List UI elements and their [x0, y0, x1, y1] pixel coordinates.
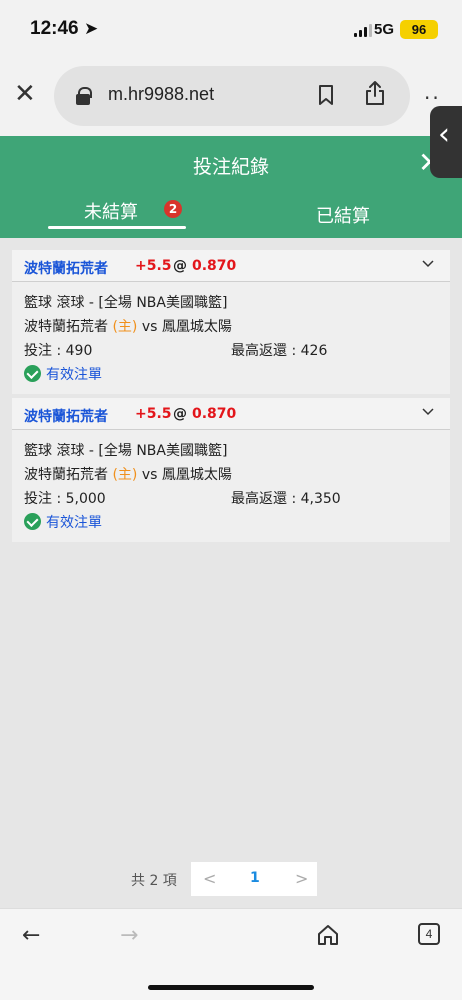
next-page-button[interactable]: > [295, 869, 308, 888]
unsettled-count-badge: 2 [164, 200, 182, 218]
bet-status-tabs: 未結算 2 已結算 [0, 196, 462, 238]
vs-label: vs [141, 467, 158, 483]
bet-status-label: 有效注單 [46, 367, 102, 383]
max-return-label: 最高返還 : [231, 491, 301, 507]
bet-at-symbol: @ [173, 258, 187, 274]
bet-card-header[interactable]: 波特蘭拓荒者 +5.5 @ 0.870 [12, 250, 450, 282]
away-team: 鳳凰城太陽 [161, 467, 232, 483]
browser-address-bar: ✕ m.hr9988.net ·· [0, 58, 462, 136]
home-indicator [148, 985, 314, 990]
lock-icon [76, 87, 92, 105]
bet-status: 有效注單 [24, 364, 102, 384]
check-circle-icon [24, 513, 41, 530]
url-field[interactable]: m.hr9988.net [54, 66, 410, 126]
bet-card-body: 籃球 滾球 - [全場 NBA美國職籃] 波特蘭拓荒者 (主) vs 鳳凰城太陽… [12, 430, 450, 542]
bet-matchup: 波特蘭拓荒者 (主) vs 鳳凰城太陽 [24, 316, 232, 336]
check-circle-icon [24, 365, 41, 382]
pager: < 1 > [191, 862, 317, 896]
tab-settled-label: 已結算 [316, 206, 370, 227]
chevron-down-icon[interactable] [422, 258, 434, 270]
max-return-value: 426 [300, 343, 328, 359]
back-arrow-icon[interactable]: ← [22, 923, 40, 948]
bet-matchup: 波特蘭拓荒者 (主) vs 鳳凰城太陽 [24, 464, 232, 484]
bet-odds: 0.870 [192, 406, 237, 422]
bet-odds: 0.870 [192, 258, 237, 274]
bet-stake: 投注 : 5,000 [24, 488, 106, 508]
network-label: 5G [374, 21, 395, 38]
home-tag: (主) [112, 319, 138, 335]
bet-card-header[interactable]: 波特蘭拓荒者 +5.5 @ 0.870 [12, 398, 450, 430]
bet-selection-team: 波特蘭拓荒者 [24, 261, 108, 277]
bet-handicap: +5.5 [135, 258, 172, 274]
home-icon[interactable] [316, 923, 340, 947]
stake-label: 投注 : [24, 343, 66, 359]
battery-indicator: 96 [400, 20, 438, 39]
bet-sport-line: 籃球 滾球 - [全場 NBA美國職籃] [24, 295, 228, 311]
stake-value: 5,000 [65, 491, 106, 507]
home-team: 波特蘭拓荒者 [24, 319, 108, 335]
bet-max-return: 最高返還 : 426 [231, 340, 327, 360]
away-team: 鳳凰城太陽 [161, 319, 232, 335]
pagination: 共 2 項 < 1 > [0, 862, 462, 896]
bet-status: 有效注單 [24, 512, 102, 532]
tab-settled[interactable]: 已結算 [300, 196, 400, 238]
bet-max-return: 最高返還 : 4,350 [231, 488, 341, 508]
url-text: m.hr9988.net [108, 84, 215, 104]
signal-icon [354, 24, 372, 37]
prev-page-button[interactable]: < [203, 869, 216, 888]
bet-card: 波特蘭拓荒者 +5.5 @ 0.870 籃球 滾球 - [全場 NBA美國職籃]… [12, 398, 450, 542]
browser-toolbar: ← → 4 [0, 908, 462, 1000]
bet-status-label: 有效注單 [46, 515, 102, 531]
bet-card: 波特蘭拓荒者 +5.5 @ 0.870 籃球 滾球 - [全場 NBA美國職籃]… [12, 250, 450, 394]
page-number-button[interactable]: 1 [250, 870, 260, 886]
bet-selection-team: 波特蘭拓荒者 [24, 409, 108, 425]
chevron-down-icon[interactable] [422, 406, 434, 418]
chevron-left-icon: ‹ [438, 117, 450, 152]
bet-sport-line: 籃球 滾球 - [全場 NBA美國職籃] [24, 443, 228, 459]
status-time: 12:46 [30, 18, 79, 39]
tabs-count-button[interactable]: 4 [418, 923, 440, 945]
close-browser-button[interactable]: ✕ [14, 81, 36, 107]
home-tag: (主) [112, 467, 138, 483]
location-arrow-icon: ➤ [84, 19, 99, 39]
bookmark-icon[interactable] [318, 85, 334, 105]
tab-unsettled-label: 未結算 [84, 202, 138, 223]
home-team: 波特蘭拓荒者 [24, 467, 108, 483]
share-icon[interactable] [364, 80, 386, 106]
bet-history-header: 投注紀錄 ✕ 未結算 2 已結算 [0, 136, 462, 238]
page-title: 投注紀錄 [192, 156, 269, 178]
status-bar: 12:46 ➤ 5G 96 [0, 0, 462, 58]
side-panel-handle[interactable]: ‹ [430, 106, 462, 178]
stake-value: 490 [65, 343, 93, 359]
bet-at-symbol: @ [173, 406, 187, 422]
tab-unsettled[interactable]: 未結算 2 [48, 196, 186, 238]
total-count: 共 2 項 [131, 873, 177, 889]
active-tab-indicator [48, 226, 186, 229]
max-return-label: 最高返還 : [231, 343, 301, 359]
forward-arrow-icon[interactable]: → [120, 923, 138, 948]
bet-card-body: 籃球 滾球 - [全場 NBA美國職籃] 波特蘭拓荒者 (主) vs 鳳凰城太陽… [12, 282, 450, 394]
max-return-value: 4,350 [300, 491, 341, 507]
bet-handicap: +5.5 [135, 406, 172, 422]
stake-label: 投注 : [24, 491, 66, 507]
vs-label: vs [141, 319, 158, 335]
bet-stake: 投注 : 490 [24, 340, 92, 360]
